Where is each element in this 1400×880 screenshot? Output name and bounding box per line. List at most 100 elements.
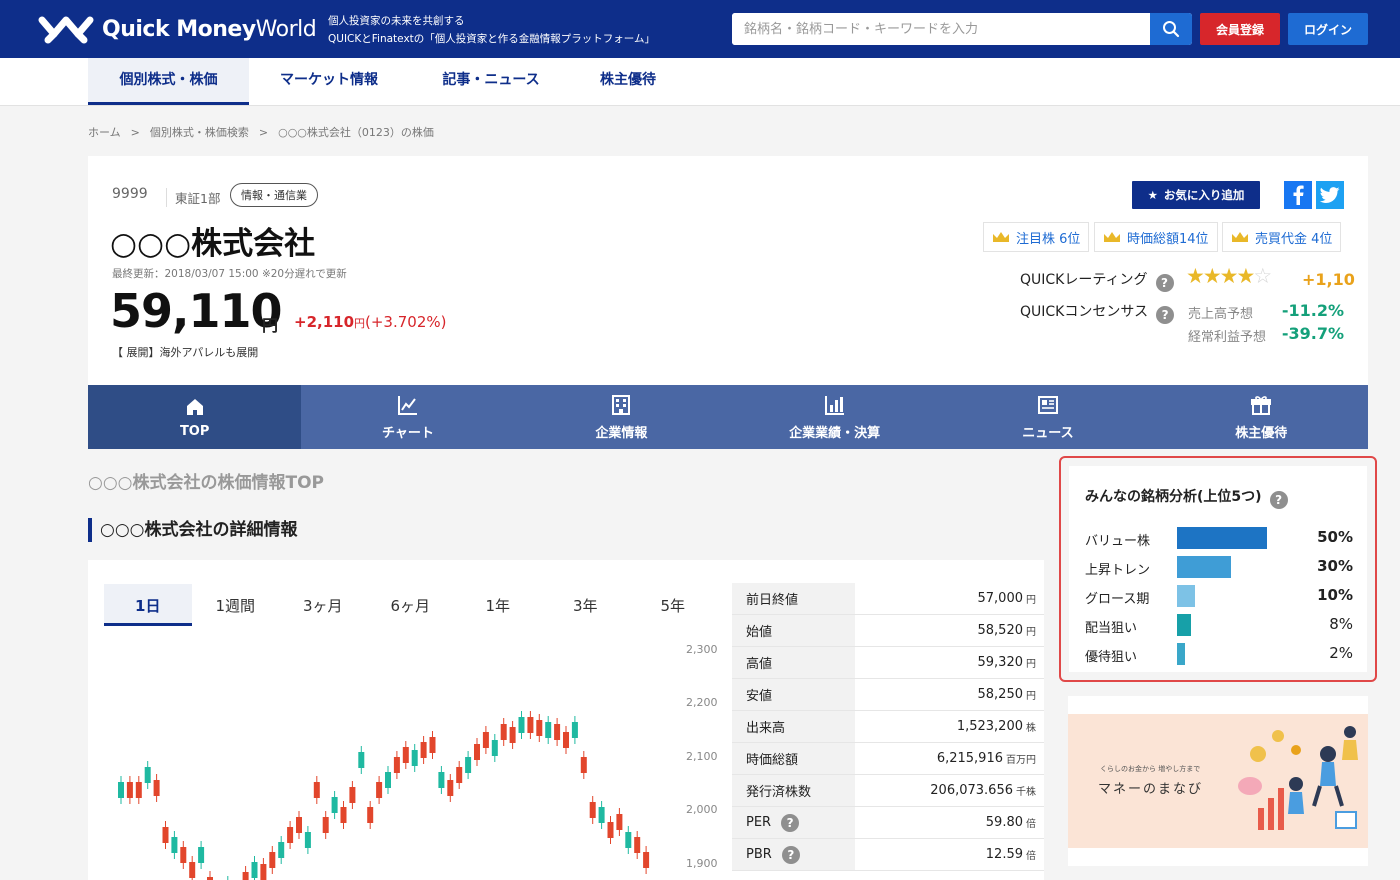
stat-value: 1,523,200 株 — [855, 711, 1044, 742]
tab-top[interactable]: TOP — [88, 385, 302, 449]
stat-unit: 円 — [1026, 595, 1036, 606]
price-change: +2,110円(+3.702%) — [294, 313, 446, 331]
y-tick-label: 1,900 — [686, 857, 718, 870]
ranking-badge-trading-value[interactable]: 売買代金 4位 — [1222, 222, 1342, 252]
stat-label: 時価総額 — [732, 743, 855, 774]
range-3y[interactable]: 3年 — [542, 584, 630, 626]
crown-icon — [1232, 232, 1248, 242]
tagline-line-2: QUICKとFinatextの「個人投資家と作る金融情報プラットフォーム」 — [328, 33, 655, 45]
candle-body — [296, 817, 302, 833]
tab-company-info[interactable]: 企業情報 — [515, 385, 728, 449]
candle-body — [429, 737, 436, 753]
range-6m[interactable]: 6ヶ月 — [367, 584, 455, 626]
login-button[interactable]: ログイン — [1288, 13, 1368, 45]
range-5y[interactable]: 5年 — [629, 584, 717, 626]
twitter-share-button[interactable] — [1316, 181, 1344, 209]
candle-body — [571, 722, 578, 738]
favorite-button[interactable]: ★ お気に入り追加 — [1132, 181, 1260, 209]
tab-earnings[interactable]: 企業業績・決算 — [728, 385, 941, 449]
tab-label: 企業情報 — [595, 425, 648, 441]
stat-number: 12.59 — [985, 847, 1023, 862]
logo[interactable]: Quick MoneyWorld — [38, 12, 317, 46]
facebook-share-button[interactable] — [1284, 181, 1312, 209]
tab-shareholder-benefits[interactable]: 株主優待 — [1155, 385, 1368, 449]
nav-item-market[interactable]: マーケット情報 — [262, 58, 396, 105]
stat-label: PER? — [732, 807, 855, 838]
help-icon[interactable]: ? — [1156, 306, 1175, 324]
register-button[interactable]: 会員登録 — [1200, 13, 1280, 45]
sales-forecast-label: 売上高予想 — [1188, 307, 1254, 322]
range-1y[interactable]: 1年 — [454, 584, 542, 626]
stat-number: 206,073.656 — [930, 783, 1013, 798]
candle-body — [616, 814, 623, 830]
search-input[interactable] — [732, 13, 1150, 45]
help-icon[interactable]: ? — [1155, 274, 1174, 292]
stat-value: 12.59 倍 — [855, 839, 1044, 870]
candle-body — [482, 732, 489, 748]
breadcrumb-home[interactable]: ホーム — [88, 126, 121, 139]
search-button[interactable] — [1150, 13, 1192, 45]
sector-badge[interactable]: 情報・通信業 — [230, 183, 318, 207]
ranking-label: 注目株 6位 — [1016, 231, 1081, 247]
help-icon[interactable]: ? — [781, 813, 800, 832]
analysis-row: バリュー株 50% — [1085, 527, 1353, 549]
analysis-percent: 8% — [1329, 615, 1353, 633]
tab-chart[interactable]: チャート — [301, 385, 514, 449]
price-unit: 円 — [262, 316, 279, 335]
candle-body — [643, 852, 650, 868]
analysis-percent: 50% — [1317, 528, 1353, 546]
candle-body — [509, 727, 516, 743]
table-row: 始値 58,520 円 — [732, 615, 1044, 647]
company-name: ○○○株式会社 — [110, 226, 316, 262]
nav-item-benefits[interactable]: 株主優待 — [584, 58, 672, 105]
candle-body — [527, 717, 534, 733]
section-title: ○○○株式会社の株価情報TOP — [88, 473, 325, 493]
candle-body — [598, 807, 605, 823]
analysis-row: グロース期 10% — [1085, 585, 1353, 607]
analysis-row: 優待狙い 2% — [1085, 643, 1353, 665]
sales-forecast-value: -11.2% — [1281, 301, 1344, 320]
tab-news[interactable]: ニュース — [941, 385, 1154, 449]
tab-label: 株主優待 — [1235, 425, 1288, 441]
nav-item-stocks[interactable]: 個別株式・株価 — [88, 58, 249, 105]
stat-label: 発行済株数 — [732, 775, 855, 806]
ranking-label: 時価総額14位 — [1127, 231, 1209, 247]
help-icon[interactable]: ? — [1269, 491, 1288, 509]
stat-value: 58,250 円 — [855, 679, 1044, 710]
logo-text-bold: Quick Money — [102, 16, 256, 42]
candle-body — [144, 767, 151, 783]
candle-body — [331, 797, 338, 813]
candle-body — [118, 782, 124, 798]
analysis-row: 上昇トレン 30% — [1085, 556, 1353, 578]
tagline: 個人投資家の未来を共創する QUICKとFinatextの「個人投資家と作る金融… — [328, 12, 655, 48]
detail-title: ○○○株式会社の詳細情報 — [88, 518, 298, 542]
quick-rating-label: QUICKレーティング? — [1020, 269, 1174, 292]
help-icon[interactable]: ? — [781, 845, 800, 864]
range-1d[interactable]: 1日 — [104, 584, 192, 626]
candle-body — [580, 757, 587, 773]
range-3m[interactable]: 3ヶ月 — [279, 584, 367, 626]
stat-label: 高値 — [732, 647, 855, 678]
candle-body — [358, 752, 365, 768]
candle-body — [153, 780, 160, 796]
rating-value: +1,10 — [1302, 270, 1355, 289]
breadcrumb-search[interactable]: 個別株式・株価検索 — [150, 126, 249, 139]
site-header: Quick MoneyWorld 個人投資家の未来を共創する QUICKとFin… — [0, 0, 1400, 58]
banner-subtitle: くらしのお金から 増やし方まで — [1100, 765, 1201, 773]
tab-label: チャート — [382, 425, 434, 441]
range-1w[interactable]: 1週間 — [192, 584, 280, 626]
candle-body — [625, 832, 632, 848]
table-row: 発行済株数 206,073.656 千株 — [732, 775, 1044, 807]
ranking-badge-market-cap[interactable]: 時価総額14位 — [1094, 222, 1218, 252]
crown-icon — [1104, 232, 1120, 242]
table-row: PBR? 12.59 倍 — [732, 839, 1044, 871]
stat-value: 59.80 倍 — [855, 807, 1044, 838]
money-learning-banner[interactable]: くらしのお金から 増やし方まで マネーのまなび — [1068, 696, 1368, 866]
profit-forecast-label: 経常利益予想 — [1188, 330, 1267, 345]
ranking-badge-attention[interactable]: 注目株 6位 — [983, 222, 1090, 252]
ranking-label: 売買代金 4位 — [1255, 231, 1333, 247]
stat-number: 58,250 — [977, 687, 1024, 702]
stock-analysis-widget: みんなの銘柄分析(上位5つ)? バリュー株 50% 上昇トレン 30% グロース期 10%… — [1059, 456, 1377, 682]
stars-filled: ★★★★ — [1186, 264, 1255, 288]
nav-item-news[interactable]: 記事・ニュース — [424, 58, 558, 105]
